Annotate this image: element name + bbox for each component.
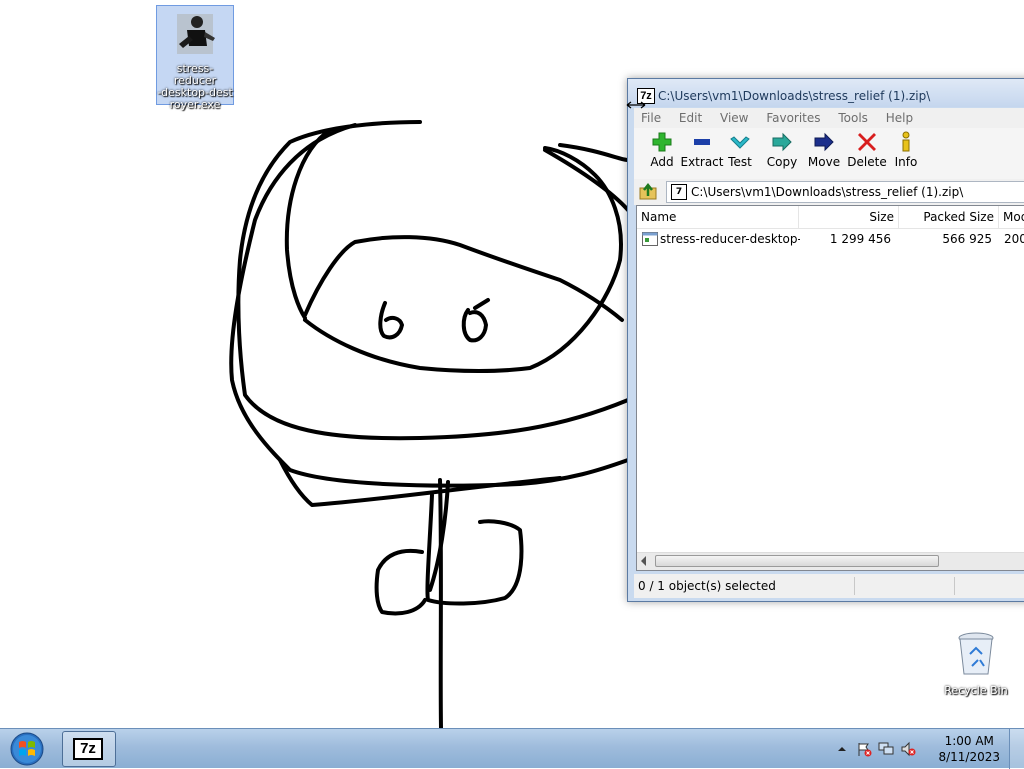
desktop: stress-reducer -desktop-dest royer.exe R… <box>0 0 1024 728</box>
archive-icon: 7 <box>671 184 687 200</box>
menu-file[interactable]: File <box>634 108 668 128</box>
row-name: stress-reducer-desktop-... <box>660 232 800 246</box>
list-header: Name Size Packed Size Mod <box>637 206 1024 229</box>
info-label: Info <box>894 155 918 169</box>
column-size[interactable]: Size <box>799 206 899 228</box>
table-row[interactable]: stress-reducer-desktop-... 1 299 456 566… <box>637 229 1024 249</box>
menu-edit[interactable]: Edit <box>672 108 709 128</box>
show-hidden-icons-chevron-icon[interactable] <box>834 741 850 757</box>
delete-button[interactable]: Delete <box>846 131 888 169</box>
7zip-taskbar-icon: 7z <box>73 738 103 760</box>
volume-muted-icon[interactable] <box>900 741 916 757</box>
clock-date: 8/11/2023 <box>938 750 1000 764</box>
action-center-flag-icon[interactable] <box>856 741 872 757</box>
runner-figure-icon <box>177 14 215 54</box>
checkmark-icon <box>730 136 750 149</box>
show-desktop-button[interactable] <box>1009 729 1024 769</box>
address-bar: 7 C:\Users\vm1\Downloads\stress_relief (… <box>634 179 1024 205</box>
extract-label: Extract <box>680 155 724 169</box>
info-button[interactable]: Info <box>890 131 922 169</box>
status-bar: 0 / 1 object(s) selected <box>634 574 1024 598</box>
row-size: 1 299 456 <box>829 232 891 246</box>
menu-favorites[interactable]: Favorites <box>759 108 827 128</box>
7zip-window: 7z C:\Users\vm1\Downloads\stress_relief … <box>627 78 1024 602</box>
move-label: Move <box>807 155 841 169</box>
window-title: C:\Users\vm1\Downloads\stress_relief (1)… <box>658 89 931 103</box>
desktop-icon-recycle-bin[interactable]: Recycle Bin <box>940 630 1012 702</box>
status-text: 0 / 1 object(s) selected <box>638 579 776 593</box>
add-button[interactable]: Add <box>642 131 682 169</box>
desktop-icon-exe[interactable]: stress-reducer -desktop-dest royer.exe <box>156 5 234 111</box>
address-path: C:\Users\vm1\Downloads\stress_relief (1)… <box>691 185 964 199</box>
copy-arrow-icon <box>772 132 792 152</box>
row-packed-size: 566 925 <box>942 232 992 246</box>
move-button[interactable]: Move <box>804 131 844 169</box>
recycle-bin-label: Recycle Bin <box>944 684 1008 697</box>
system-tray: 1:00 AM 8/11/2023 <box>834 729 1024 769</box>
column-modified[interactable]: Mod <box>999 206 1024 228</box>
exe-icon-label-line1: stress-reducer <box>173 62 217 87</box>
add-label: Add <box>650 155 674 169</box>
taskbar-clock[interactable]: 1:00 AM 8/11/2023 <box>938 733 1000 765</box>
extract-button[interactable]: Extract <box>678 131 726 169</box>
clock-time: 1:00 AM <box>944 734 994 748</box>
toolbar: Add Extract Test Copy Move Delete Info <box>634 128 1024 180</box>
delete-x-icon <box>858 133 876 151</box>
plus-icon <box>652 132 672 152</box>
status-divider <box>954 577 955 595</box>
test-button[interactable]: Test <box>722 131 758 169</box>
info-icon <box>902 131 910 152</box>
menu-tools[interactable]: Tools <box>831 108 875 128</box>
file-list[interactable]: Name Size Packed Size Mod stress-reducer… <box>636 205 1024 571</box>
status-divider <box>854 577 855 595</box>
horizontal-scrollbar[interactable] <box>637 552 1024 570</box>
recycle-bin-icon <box>958 632 994 675</box>
taskbar-7zip-button[interactable]: 7z <box>62 731 116 767</box>
menu-view[interactable]: View <box>713 108 755 128</box>
scroll-left-arrow-icon[interactable] <box>641 556 646 566</box>
move-arrow-icon <box>814 132 834 152</box>
network-icon[interactable] <box>878 741 894 757</box>
address-field[interactable]: 7 C:\Users\vm1\Downloads\stress_relief (… <box>666 181 1024 203</box>
delete-label: Delete <box>847 155 887 169</box>
menu-bar: File Edit View Favorites Tools Help <box>634 108 1024 128</box>
scrollbar-thumb[interactable] <box>655 555 939 567</box>
column-name[interactable]: Name <box>637 206 799 228</box>
exe-file-icon <box>642 232 658 246</box>
column-packed-size[interactable]: Packed Size <box>899 206 999 228</box>
row-modified: 2009 <box>1004 232 1024 246</box>
exe-icon-label-line3: royer.exe <box>169 98 221 111</box>
window-titlebar[interactable]: 7z C:\Users\vm1\Downloads\stress_relief … <box>628 79 1024 107</box>
minus-icon <box>694 139 710 145</box>
folder-up-icon[interactable] <box>638 182 658 202</box>
taskbar: 7z 1:00 AM 8/11/2023 <box>0 728 1024 769</box>
copy-button[interactable]: Copy <box>762 131 802 169</box>
copy-label: Copy <box>766 155 798 169</box>
test-label: Test <box>728 155 752 169</box>
start-button-windows-icon[interactable] <box>6 731 48 767</box>
menu-help[interactable]: Help <box>879 108 920 128</box>
resize-cursor-icon <box>626 101 646 109</box>
